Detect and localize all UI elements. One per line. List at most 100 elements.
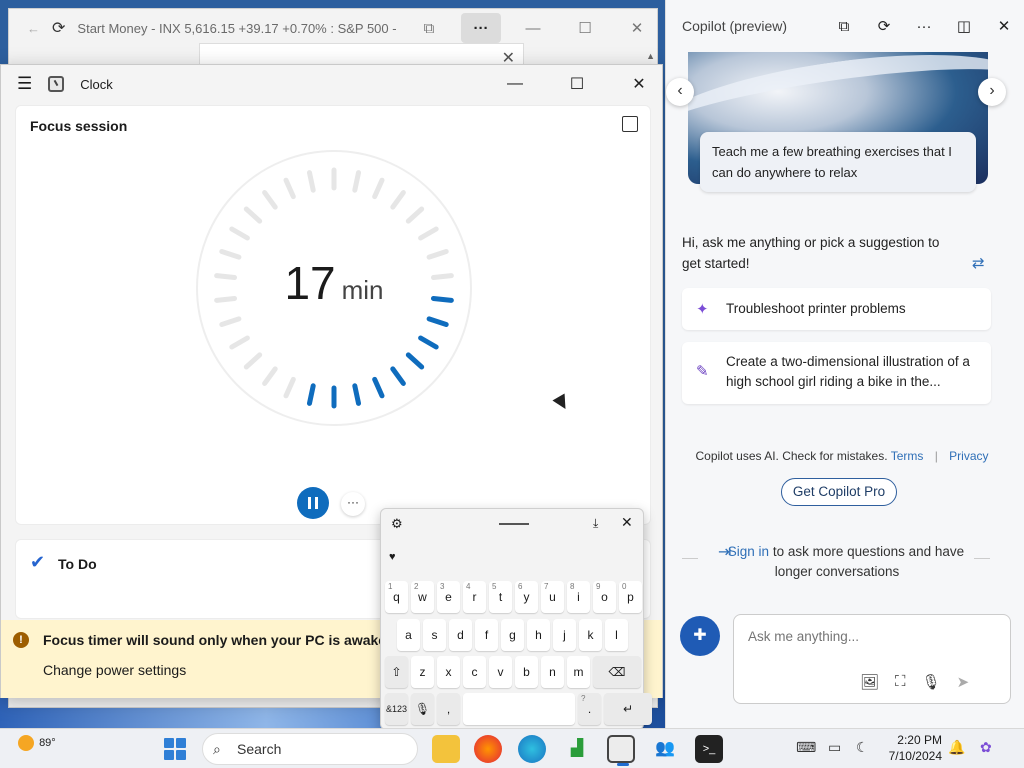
hero-prompt-card[interactable]: Teach me a few breathing exercises that … <box>700 132 976 192</box>
stocks-chart-icon[interactable]: ▟ <box>563 735 591 763</box>
display-icon[interactable]: ▭ <box>828 739 841 756</box>
key-l[interactable]: l <box>605 619 628 651</box>
carousel-next-icon[interactable]: › <box>978 78 1006 106</box>
copilot-header: Copilot (preview) ⧉ ⟳ ··· ◫ ✕ <box>666 0 1024 52</box>
key-x[interactable]: x <box>437 656 460 688</box>
start-button[interactable] <box>164 738 186 760</box>
period-key[interactable]: ?. <box>578 693 601 725</box>
firefox-icon[interactable] <box>474 735 502 763</box>
refresh-suggestions-icon[interactable]: ⇄ <box>972 254 985 272</box>
privacy-link[interactable]: Privacy <box>949 449 988 463</box>
send-icon[interactable]: ➤ <box>957 673 970 691</box>
key-c[interactable]: c <box>463 656 486 688</box>
key-n[interactable]: n <box>541 656 564 688</box>
maximize-icon[interactable]: ☐ <box>565 13 605 43</box>
shift-key[interactable]: ⇧ <box>385 656 408 688</box>
split-screen-icon[interactable]: ⧉ <box>409 13 449 43</box>
mic-key[interactable]: 🎙 <box>411 693 434 725</box>
key-w[interactable]: 2w <box>411 581 434 613</box>
more-options-icon[interactable]: ··· <box>904 18 944 35</box>
key-b[interactable]: b <box>515 656 538 688</box>
suggestion-card[interactable]: ✎ Create a two-dimensional illustration … <box>682 342 991 404</box>
dock-panel-icon[interactable]: ◫ <box>944 17 984 35</box>
key-g[interactable]: g <box>501 619 524 651</box>
numbers-key[interactable]: &123 <box>385 693 408 725</box>
key-s[interactable]: s <box>423 619 446 651</box>
notification-icon[interactable]: 🔔 <box>948 739 965 756</box>
minimize-icon[interactable]: — <box>513 13 553 43</box>
key-e[interactable]: 3e <box>437 581 460 613</box>
key-j[interactable]: j <box>553 619 576 651</box>
gear-icon[interactable]: ⚙ <box>391 516 403 532</box>
sign-in-link[interactable]: Sign in <box>728 544 769 559</box>
ask-input[interactable] <box>748 629 988 644</box>
weather-widget[interactable]: 89° <box>18 735 56 751</box>
clock-app-taskbar-icon[interactable] <box>607 735 635 766</box>
time-unit: min <box>341 275 384 305</box>
open-external-icon[interactable]: ⧉ <box>824 18 864 35</box>
key-d[interactable]: d <box>449 619 472 651</box>
compact-overlay-icon[interactable] <box>622 116 638 132</box>
dock-icon[interactable]: ⤓ <box>593 516 598 531</box>
edge-icon[interactable] <box>518 735 546 763</box>
key-y[interactable]: 6y <box>515 581 538 613</box>
refresh-icon[interactable]: ⟳ <box>864 17 904 35</box>
key-p[interactable]: 0p <box>619 581 642 613</box>
file-explorer-icon[interactable] <box>432 735 460 763</box>
refresh-icon[interactable]: ⟳ <box>52 18 65 38</box>
key-number-hint: 8 <box>570 582 575 591</box>
drag-handle[interactable] <box>499 523 529 525</box>
key-f[interactable]: f <box>475 619 498 651</box>
key-t[interactable]: 5t <box>489 581 512 613</box>
key-letter: y <box>523 590 530 604</box>
new-chat-button[interactable]: ✚ <box>680 616 720 656</box>
hamburger-menu-icon[interactable]: ☰ <box>17 74 32 94</box>
key-i[interactable]: 8i <box>567 581 590 613</box>
keyboard-toolbar: ⚙ ⤓ ✕ <box>381 509 643 539</box>
key-h[interactable]: h <box>527 619 550 651</box>
emoji-icon[interactable]: ♥ <box>389 551 407 569</box>
back-arrow-icon[interactable]: ← <box>27 21 40 36</box>
browser-more-button[interactable]: ··· <box>461 13 501 43</box>
copilot-title: Copilot (preview) <box>682 18 788 34</box>
scroll-up-icon[interactable]: ▲ <box>646 51 655 61</box>
enter-key[interactable]: ↵ <box>604 693 652 725</box>
key-v[interactable]: v <box>489 656 512 688</box>
change-power-settings-link[interactable]: Change power settings <box>43 662 186 678</box>
copilot-pre-icon[interactable]: ✿ <box>980 739 992 756</box>
key-m[interactable]: m <box>567 656 590 688</box>
terminal-icon[interactable]: >_ <box>695 735 723 763</box>
minimize-icon[interactable]: — <box>492 68 538 100</box>
close-icon[interactable]: ✕ <box>984 17 1024 35</box>
focus-assist-icon[interactable]: ☾ <box>856 739 869 756</box>
key-k[interactable]: k <box>579 619 602 651</box>
taskbar-search[interactable]: ⌕ Search <box>202 733 418 765</box>
close-icon[interactable]: ✕ <box>617 13 657 43</box>
get-copilot-pro-button[interactable]: Get Copilot Pro <box>781 478 897 506</box>
carousel-prev-icon[interactable]: ‹ <box>666 78 694 106</box>
microphone-icon[interactable]: 🎙 <box>922 673 941 691</box>
key-a[interactable]: a <box>397 619 420 651</box>
close-icon[interactable]: ✕ <box>621 514 633 531</box>
key-u[interactable]: 7u <box>541 581 564 613</box>
system-clock[interactable]: 2:20 PM 7/10/2024 <box>880 732 942 764</box>
keyboard-icon[interactable]: ⌨ <box>796 739 816 756</box>
teams-icon[interactable]: 👥 <box>651 735 679 763</box>
browser-tab-title[interactable]: Start Money - INX 5,616.15 +39.17 +0.70%… <box>77 21 397 36</box>
space-key[interactable] <box>463 693 575 725</box>
key-q[interactable]: 1q <box>385 581 408 613</box>
key-o[interactable]: 9o <box>593 581 616 613</box>
copilot-greeting: Hi, ask me anything or pick a suggestion… <box>682 235 940 271</box>
suggestion-card[interactable]: ✦ Troubleshoot printer problems <box>682 288 991 330</box>
terms-link[interactable]: Terms <box>891 449 924 463</box>
focus-more-button[interactable]: ··· <box>341 492 365 516</box>
pause-button[interactable] <box>297 487 329 519</box>
key-z[interactable]: z <box>411 656 434 688</box>
add-image-icon[interactable]: 🖼 <box>860 673 879 691</box>
close-icon[interactable]: ✕ <box>616 68 662 100</box>
key-r[interactable]: 4r <box>463 581 486 613</box>
backspace-key[interactable]: ⌫ <box>593 656 641 688</box>
comma-key[interactable]: , <box>437 693 460 725</box>
maximize-icon[interactable]: ☐ <box>554 68 600 100</box>
screenshot-icon[interactable]: ⛶ <box>895 673 906 691</box>
